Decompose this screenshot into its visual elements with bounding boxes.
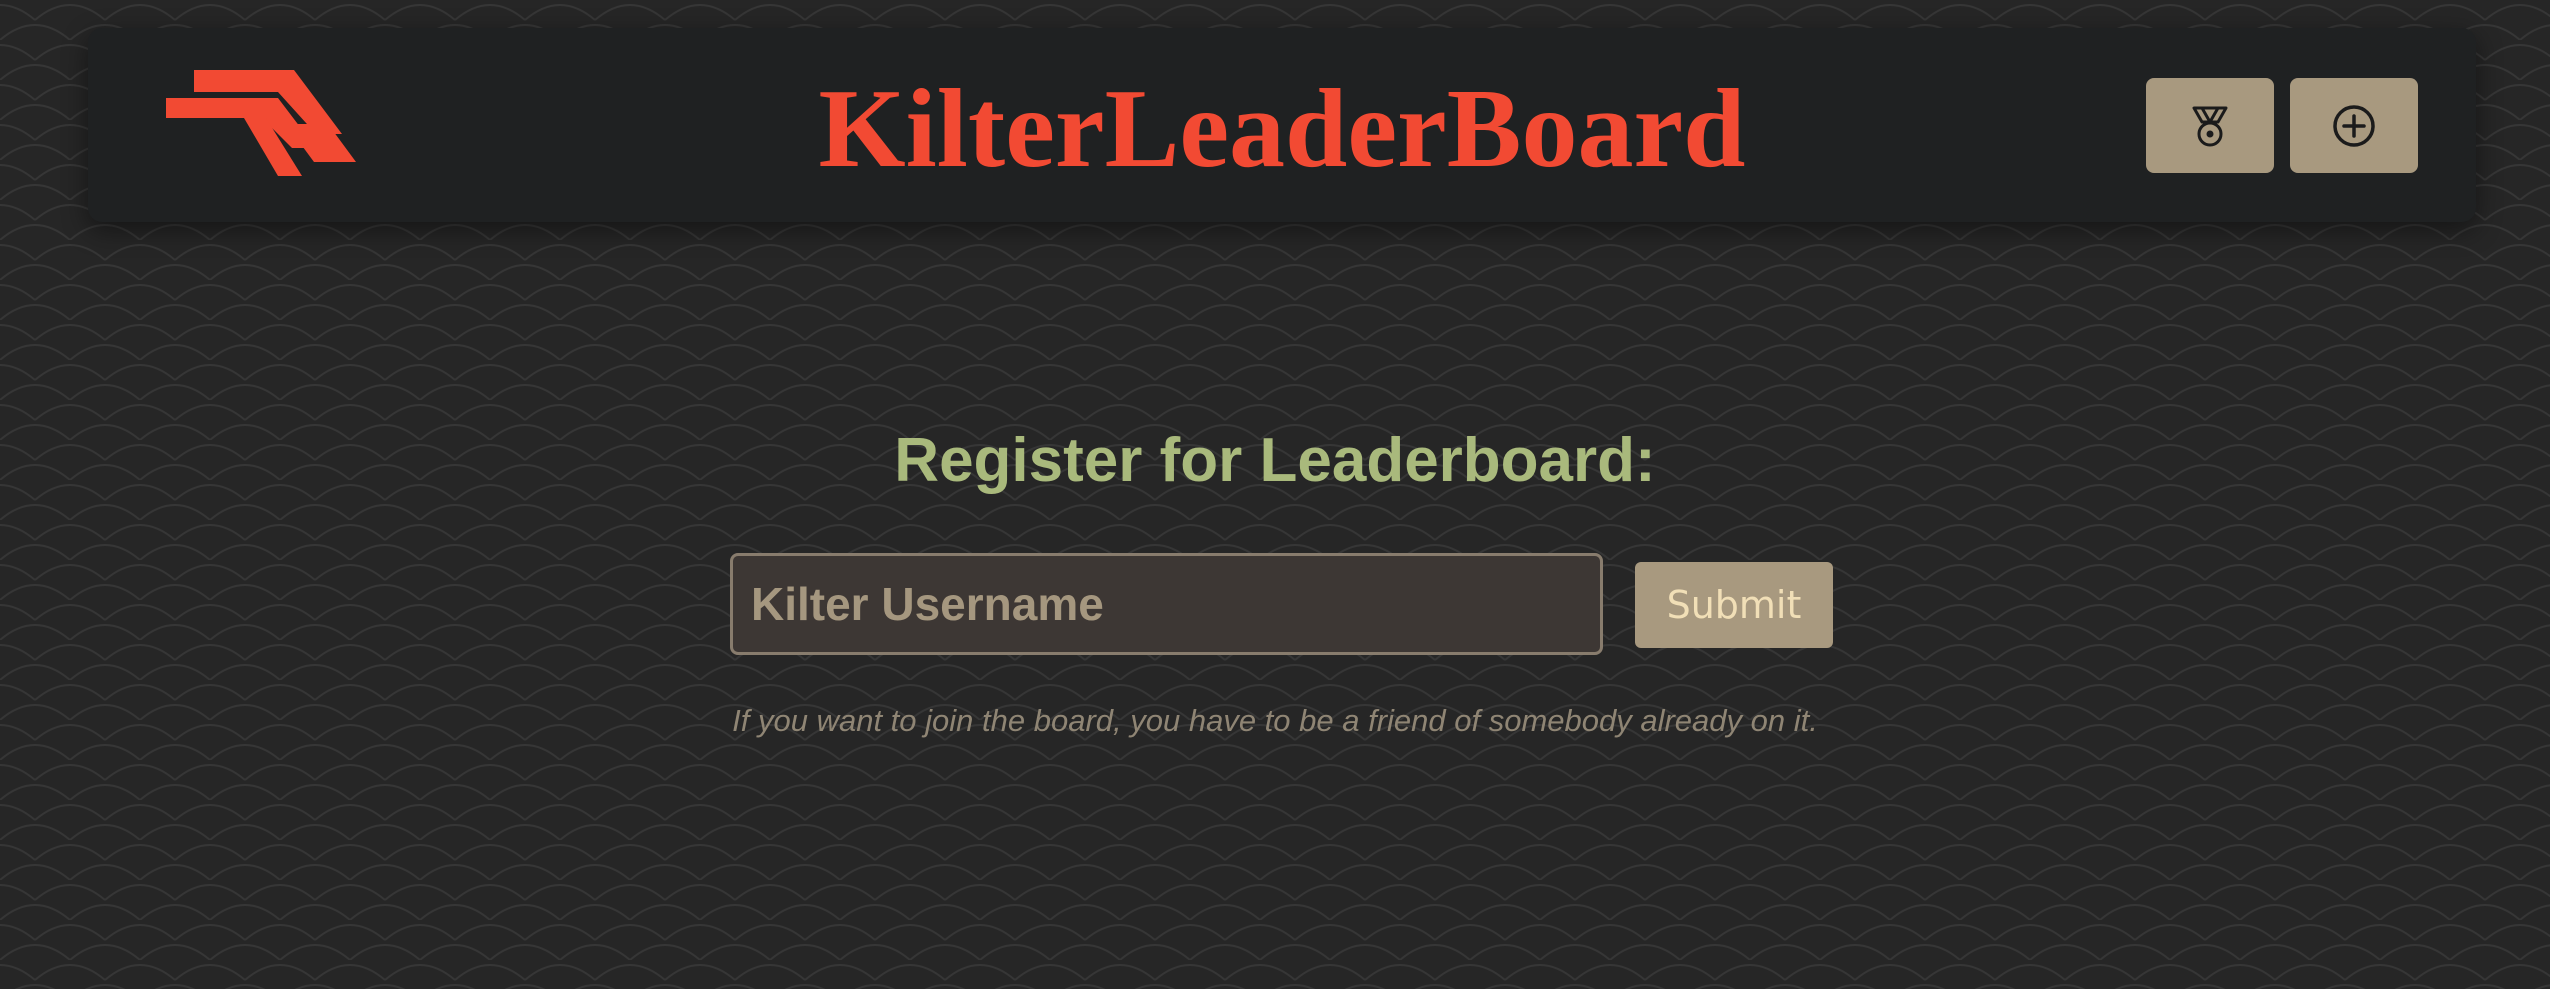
username-input[interactable]: [730, 553, 1603, 655]
plus-circle-icon: [2333, 104, 2375, 147]
top-header: KilterLeaderBoard: [88, 28, 2476, 222]
add-button[interactable]: [2290, 78, 2418, 173]
join-note: If you want to join the board, you have …: [732, 703, 1818, 738]
register-heading: Register for Leaderboard:: [894, 426, 1656, 495]
submit-button[interactable]: Submit: [1635, 562, 1833, 648]
app-title: KilterLeaderBoard: [818, 67, 1746, 191]
leaderboard-button[interactable]: [2146, 78, 2274, 173]
medal-icon: [2192, 106, 2228, 146]
